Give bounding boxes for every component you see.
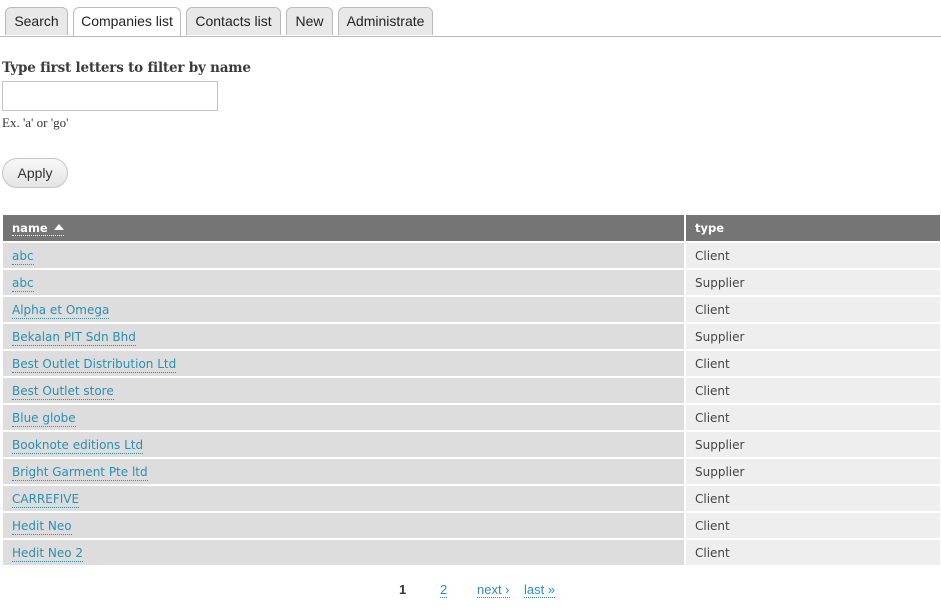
company-name-cell: Hedit Neo 2 (3, 538, 686, 565)
company-name-link[interactable]: Hedit Neo 2 (12, 545, 84, 562)
filter-hint: Ex. 'a' or 'go' (2, 115, 69, 130)
filter-label: Type first letters to filter by name (2, 60, 251, 76)
company-type-cell: Client (685, 349, 940, 377)
table-row: Hedit Neo 2 Client (3, 538, 940, 565)
company-name-link[interactable]: abc (12, 248, 34, 265)
company-type-cell: Supplier (685, 457, 940, 485)
company-name-cell: Alpha et Omega (3, 295, 686, 323)
table-header-row: name type (3, 215, 940, 242)
company-name-cell: CARREFIVE (3, 484, 686, 512)
sort-ascending-icon (53, 224, 64, 230)
tab-search[interactable]: Search (5, 7, 68, 35)
tab-companies-list[interactable]: Companies list (73, 7, 181, 36)
tab-contacts-list[interactable]: Contacts list (186, 7, 281, 35)
company-type-cell: Supplier (685, 430, 940, 458)
company-type-cell: Client (685, 538, 940, 565)
company-name-cell: Blue globe (3, 403, 686, 431)
sort-by-name-link[interactable]: name (12, 221, 64, 236)
company-name-cell: abc (3, 241, 686, 269)
company-name-link[interactable]: Hedit Neo (12, 518, 72, 535)
table-row: CARREFIVE Client (3, 484, 940, 512)
company-name-link[interactable]: CARREFIVE (12, 491, 80, 508)
tab-new[interactable]: New (286, 7, 333, 35)
companies-table: name type abc Client abc Supplier Alpha et O… (3, 215, 940, 565)
pager: 1 2 next › last » (0, 582, 941, 602)
column-header-name: name (3, 215, 686, 242)
company-type-cell: Supplier (685, 268, 940, 296)
tab-bar: Search Companies list Contacts list New … (0, 7, 941, 37)
table-row: Alpha et Omega Client (3, 295, 940, 323)
table-row: Best Outlet store Client (3, 376, 940, 404)
pager-page-2-link[interactable]: 2 (440, 582, 448, 598)
company-name-cell: Best Outlet store (3, 376, 686, 404)
company-type-cell: Supplier (685, 322, 940, 350)
tab-administrate[interactable]: Administrate (338, 7, 433, 35)
company-name-link[interactable]: Blue globe (12, 410, 76, 427)
column-header-name-label: name (12, 221, 48, 235)
table-row: Booknote editions Ltd Supplier (3, 430, 940, 458)
company-name-cell: abc (3, 268, 686, 296)
company-name-cell: Booknote editions Ltd (3, 430, 686, 458)
company-type-cell: Client (685, 376, 940, 404)
column-header-type: type (685, 215, 940, 242)
table-row: abc Supplier (3, 268, 940, 296)
company-name-link[interactable]: Best Outlet Distribution Ltd (12, 356, 177, 373)
pager-current-page: 1 (399, 582, 407, 597)
table-row: Hedit Neo Client (3, 511, 940, 539)
company-name-cell: Hedit Neo (3, 511, 686, 539)
filter-name-input[interactable] (2, 81, 218, 111)
apply-button[interactable]: Apply (2, 158, 68, 188)
company-name-link[interactable]: abc (12, 275, 34, 292)
table-row: Bekalan PIT Sdn Bhd Supplier (3, 322, 940, 350)
table-row: Bright Garment Pte ltd Supplier (3, 457, 940, 485)
company-name-link[interactable]: Bright Garment Pte ltd (12, 464, 148, 481)
pager-last-link[interactable]: last » (524, 582, 556, 598)
table-row: abc Client (3, 241, 940, 269)
company-type-cell: Client (685, 241, 940, 269)
company-name-cell: Bekalan PIT Sdn Bhd (3, 322, 686, 350)
company-name-cell: Best Outlet Distribution Ltd (3, 349, 686, 377)
company-type-cell: Client (685, 484, 940, 512)
company-name-link[interactable]: Booknote editions Ltd (12, 437, 144, 454)
table-row: Best Outlet Distribution Ltd Client (3, 349, 940, 377)
company-name-link[interactable]: Bekalan PIT Sdn Bhd (12, 329, 136, 346)
company-name-cell: Bright Garment Pte ltd (3, 457, 686, 485)
company-type-cell: Client (685, 403, 940, 431)
company-type-cell: Client (685, 295, 940, 323)
company-name-link[interactable]: Alpha et Omega (12, 302, 110, 319)
company-type-cell: Client (685, 511, 940, 539)
table-row: Blue globe Client (3, 403, 940, 431)
company-name-link[interactable]: Best Outlet store (12, 383, 114, 400)
pager-next-link[interactable]: next › (477, 582, 510, 598)
